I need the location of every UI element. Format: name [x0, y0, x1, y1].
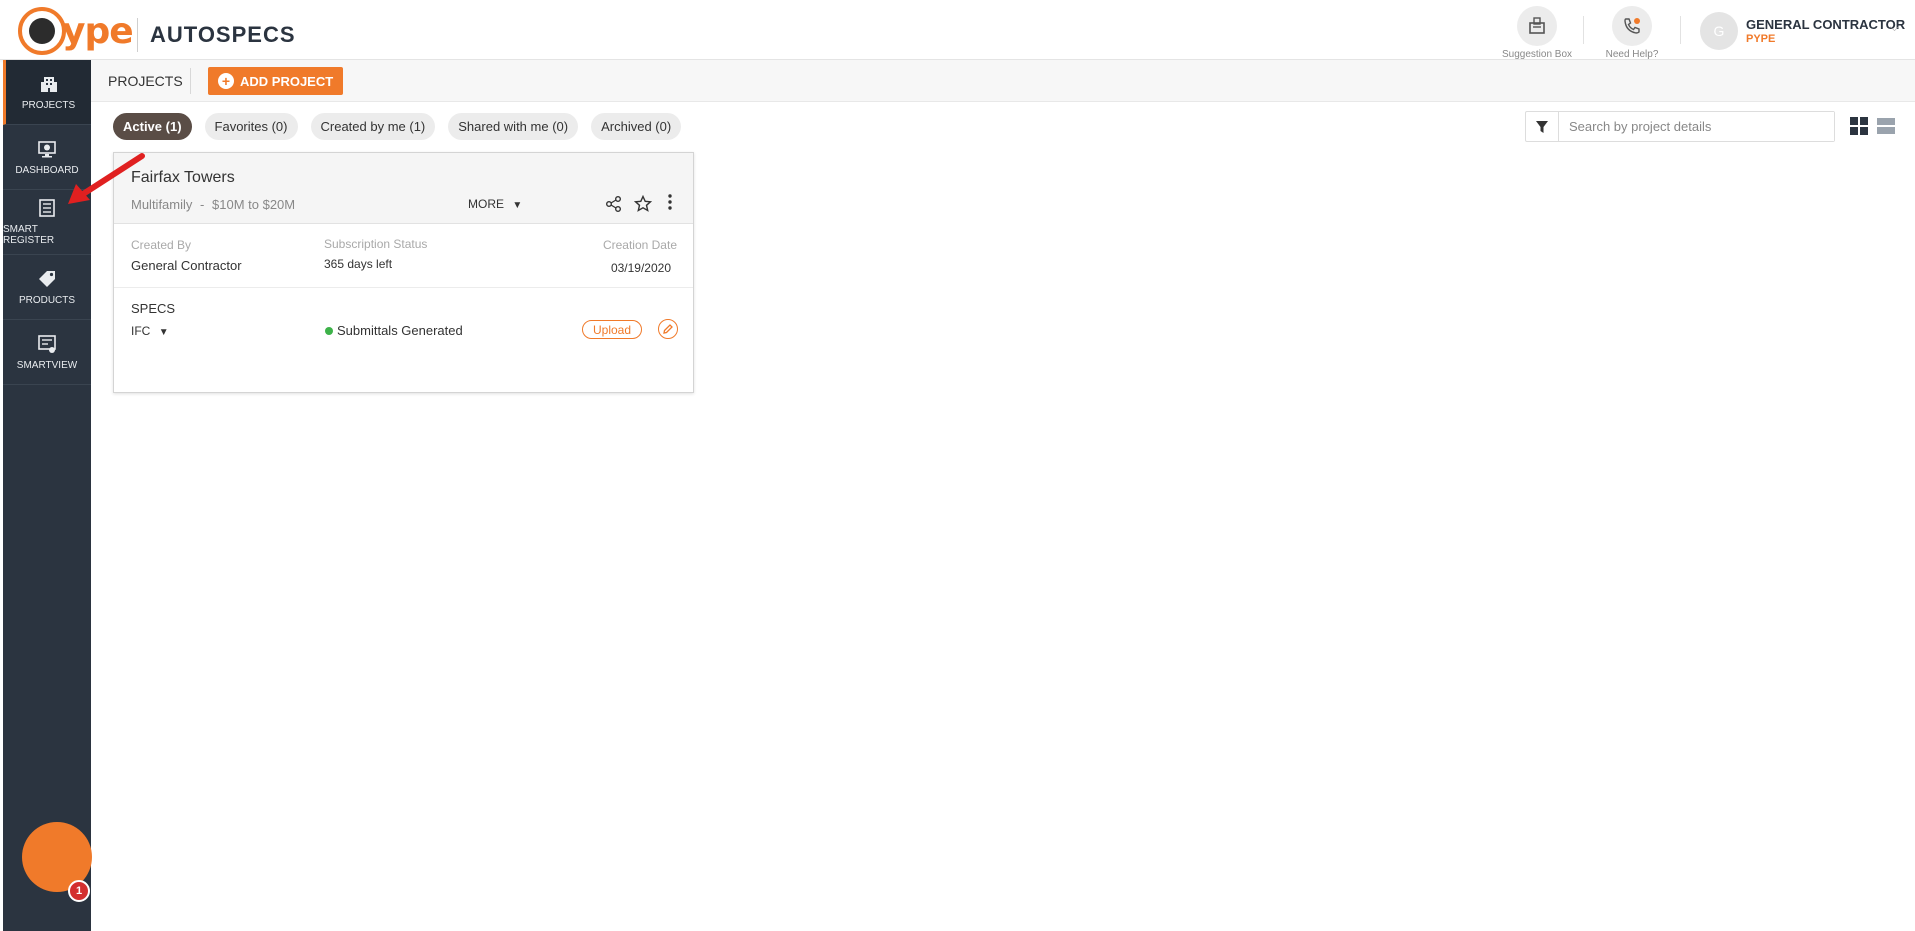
toolbar-divider	[190, 68, 191, 94]
phone-help-icon	[1612, 6, 1652, 46]
user-menu[interactable]: G GENERAL CONTRACTOR PYPE	[1700, 12, 1905, 50]
list-view-icon[interactable]	[1877, 117, 1895, 135]
kebab-menu-icon[interactable]	[661, 193, 679, 211]
filter-archived[interactable]: Archived (0)	[591, 113, 682, 140]
more-dropdown[interactable]: MORE ▼	[468, 197, 522, 211]
sidebar-item-label: PRODUCTS	[18, 294, 76, 306]
top-header: ype AUTOSPECS Suggestion Box Need Help? …	[0, 0, 1915, 60]
filter-active[interactable]: Active (1)	[113, 113, 192, 140]
share-icon[interactable]	[605, 195, 623, 213]
plus-icon: +	[218, 73, 234, 89]
pype-logo[interactable]: ype	[18, 6, 134, 56]
upload-label: Upload	[593, 322, 632, 337]
page-title: PROJECTS	[108, 73, 183, 89]
created-by-value: General Contractor	[131, 258, 242, 273]
sidebar-item-projects[interactable]: PROJECTS	[3, 60, 91, 125]
project-info-row: Created By General Contractor Subscripti…	[114, 224, 693, 288]
chat-notification-badge: 1	[68, 880, 90, 902]
add-project-label: ADD PROJECT	[240, 73, 334, 89]
sidebar-item-label: SMARTVIEW	[16, 359, 78, 371]
funnel-icon	[1536, 120, 1548, 133]
logo-mark-icon	[18, 7, 66, 55]
annotation-arrow-icon	[68, 153, 145, 204]
header-separator	[1680, 16, 1681, 44]
monitor-chart-icon	[38, 140, 56, 157]
projects-toolbar: PROJECTS + ADD PROJECT	[91, 60, 1915, 102]
sidebar-item-label: SMART REGISTER	[3, 224, 55, 246]
filter-created-by-me[interactable]: Created by me (1)	[310, 113, 436, 140]
project-meta: Multifamily - $10M to $20M	[131, 197, 295, 212]
smartview-icon	[38, 334, 56, 353]
chevron-down-icon[interactable]: ⌵	[1890, 20, 1899, 35]
register-list-icon	[39, 199, 55, 217]
created-by-label: Created By	[131, 238, 192, 252]
spec-status: Submittals Generated	[337, 323, 463, 338]
caret-down-icon: ▼	[512, 200, 523, 211]
creation-date-label: Creation Date	[602, 238, 677, 252]
filter-favorites[interactable]: Favorites (0)	[204, 113, 298, 140]
subscription-status-value: 365 days left	[324, 257, 393, 271]
header-separator	[1583, 16, 1584, 44]
app-title: AUTOSPECS	[150, 22, 296, 47]
tag-icon	[39, 270, 55, 287]
user-org: PYPE	[1746, 33, 1776, 45]
need-help-button[interactable]: Need Help?	[1587, 6, 1677, 60]
upload-button[interactable]: Upload	[582, 320, 643, 339]
project-budget: $10M to $20M	[212, 197, 296, 212]
star-icon[interactable]	[634, 195, 652, 213]
creation-date-value: 03/19/2020	[610, 261, 671, 275]
need-help-label: Need Help?	[1605, 49, 1659, 60]
caret-down-icon: ▼	[158, 327, 169, 338]
project-card[interactable]: Fairfax Towers Multifamily - $10M to $20…	[113, 152, 694, 393]
grid-view-icon[interactable]	[1850, 117, 1868, 135]
edit-pencil-button[interactable]	[658, 319, 678, 339]
add-project-button[interactable]: + ADD PROJECT	[208, 67, 344, 95]
subscription-status-label: Subscription Status	[324, 237, 428, 251]
spec-version-label: IFC	[131, 324, 151, 338]
sidebar-item-products[interactable]: PRODUCTS	[3, 255, 91, 320]
avatar: G	[1700, 12, 1738, 50]
logo-text: ype	[62, 10, 134, 52]
search-input[interactable]	[1559, 112, 1834, 141]
meta-separator: -	[200, 197, 205, 212]
user-name: GENERAL CONTRACTOR	[1746, 17, 1906, 32]
suggestion-box-button[interactable]: Suggestion Box	[1492, 6, 1582, 60]
suggestion-box-icon	[1517, 6, 1557, 46]
status-dot-icon	[325, 327, 333, 335]
spec-version-dropdown[interactable]: IFC ▼	[131, 324, 169, 338]
more-label: MORE	[468, 197, 504, 211]
sidebar-item-smartview[interactable]: SMARTVIEW	[3, 320, 91, 385]
filter-shared-with-me[interactable]: Shared with me (0)	[448, 113, 579, 140]
pencil-icon	[663, 324, 673, 334]
header-divider	[137, 18, 138, 52]
specs-label: SPECS	[131, 301, 176, 316]
filter-funnel-button[interactable]	[1526, 112, 1559, 141]
filter-tabs: Active (1) Favorites (0) Created by me (…	[113, 113, 694, 140]
sidebar-item-label: PROJECTS	[21, 99, 76, 111]
building-icon	[40, 76, 57, 92]
project-card-header: Fairfax Towers Multifamily - $10M to $20…	[114, 153, 693, 224]
project-search	[1525, 111, 1835, 142]
suggestion-box-label: Suggestion Box	[1501, 49, 1573, 60]
